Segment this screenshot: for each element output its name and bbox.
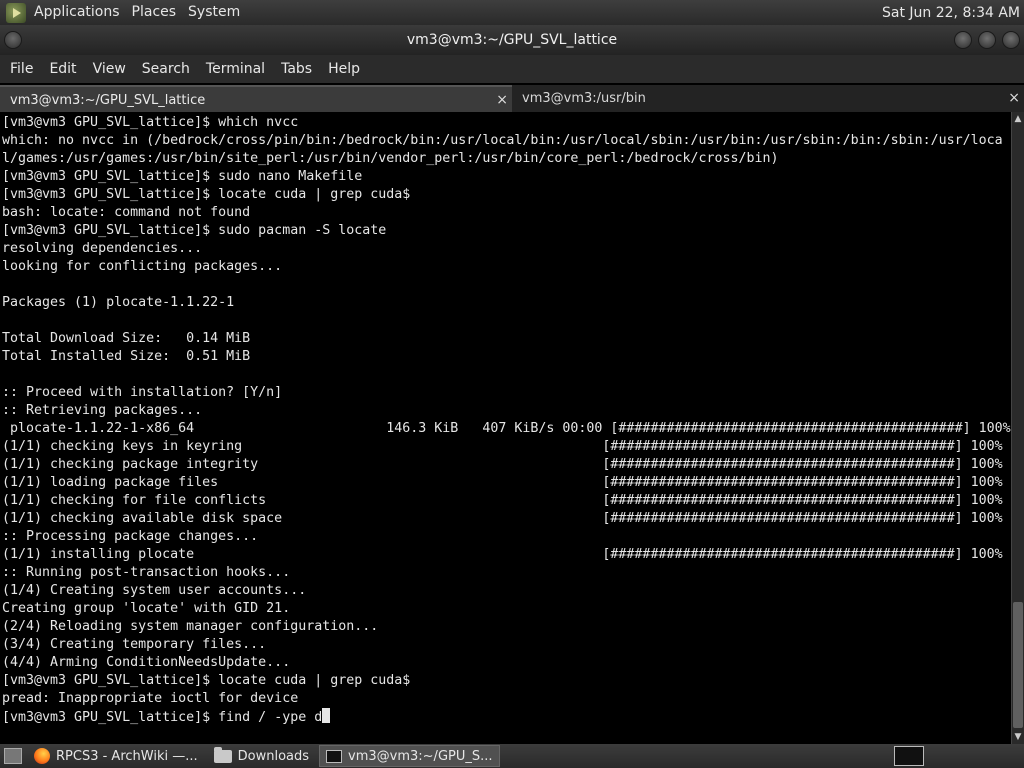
terminal-line: (1/4) Creating system user accounts... (2, 583, 307, 598)
folder-icon (213, 746, 232, 763)
taskbar-item-label: vm3@vm3:~/GPU_S... (348, 748, 493, 764)
terminal-line: :: Retrieving packages... (2, 403, 203, 418)
show-desktop-icon[interactable] (4, 748, 22, 764)
tab-label: vm3@vm3:/usr/bin (522, 91, 646, 106)
bottom-taskbar: RPCS3 - ArchWiki —... Downloads vm3@vm3:… (0, 744, 1024, 768)
applications-logo-icon[interactable] (6, 2, 26, 23)
close-tab-icon[interactable]: × (1008, 85, 1020, 112)
terminal-line: (1/1) loading package files [###########… (2, 475, 1003, 490)
menu-file[interactable]: File (4, 55, 39, 83)
taskbar-item-firefox[interactable]: RPCS3 - ArchWiki —... (28, 745, 204, 767)
menu-view[interactable]: View (87, 55, 132, 83)
terminal-line: pread: Inappropriate ioctl for device (2, 691, 299, 706)
terminal-icon (326, 749, 343, 763)
firefox-icon (34, 748, 50, 764)
terminal-line: :: Processing package changes... (2, 529, 259, 544)
command-input[interactable]: find / -ype d (218, 710, 322, 725)
terminal-output[interactable]: [vm3@vm3 GPU_SVL_lattice]$ which nvcc whi… (0, 112, 1011, 744)
tab-bar: vm3@vm3:~/GPU_SVL_lattice × vm3@vm3:/usr… (0, 85, 1024, 112)
tab-gpu-svl-lattice[interactable]: vm3@vm3:~/GPU_SVL_lattice × (0, 85, 512, 112)
terminal-prompt-line[interactable]: [vm3@vm3 GPU_SVL_lattice]$ find / -ype d (2, 708, 1011, 727)
menu-tabs[interactable]: Tabs (275, 55, 318, 83)
panel-clock[interactable]: Sat Jun 22, 8:34 AM (882, 5, 1024, 21)
terminal-line: bash: locate: command not found (2, 205, 251, 220)
top-panel: Applications Places System Sat Jun 22, 8… (0, 0, 1024, 25)
scroll-up-arrow-icon[interactable]: ▲ (1012, 112, 1024, 126)
window-title: vm3@vm3:~/GPU_SVL_lattice (406, 32, 618, 48)
terminal-line: Creating group 'locate' with GID 21. (2, 601, 291, 616)
terminal-line: plocate-1.1.22-1-x86_64 146.3 KiB 407 Ki… (2, 421, 1011, 436)
terminal-line: [vm3@vm3 GPU_SVL_lattice]$ locate cuda |… (2, 673, 411, 688)
terminal-line: l/games:/usr/games:/usr/bin/site_perl:/u… (2, 151, 779, 166)
terminal-line: :: Proceed with installation? [Y/n] (2, 385, 283, 400)
terminal-line: resolving dependencies... (2, 241, 203, 256)
terminal-scrollbar[interactable]: ▲ ▼ (1011, 112, 1024, 744)
minimize-button[interactable] (954, 31, 972, 49)
menu-help[interactable]: Help (322, 55, 366, 83)
terminal-line: (4/4) Arming ConditionNeedsUpdate... (2, 655, 291, 670)
menu-terminal[interactable]: Terminal (200, 55, 271, 83)
terminal-line: (3/4) Creating temporary files... (2, 637, 267, 652)
shell-prompt: [vm3@vm3 GPU_SVL_lattice]$ (2, 710, 219, 725)
panel-menu-places[interactable]: Places (126, 0, 183, 25)
window-controls (954, 31, 1020, 49)
terminal-line: :: Running post-transaction hooks... (2, 565, 291, 580)
menu-edit[interactable]: Edit (43, 55, 82, 83)
scroll-down-arrow-icon[interactable]: ▼ (1012, 730, 1024, 744)
menu-search[interactable]: Search (136, 55, 196, 83)
terminal-line: (2/4) Reloading system manager configura… (2, 619, 379, 634)
taskbar-item-terminal[interactable]: vm3@vm3:~/GPU_S... (319, 745, 500, 767)
scrollbar-thumb[interactable] (1013, 602, 1023, 728)
panel-menu-system[interactable]: System (182, 0, 246, 25)
terminal-line: [vm3@vm3 GPU_SVL_lattice]$ sudo pacman -… (2, 223, 387, 238)
tab-label: vm3@vm3:~/GPU_SVL_lattice (10, 93, 206, 108)
panel-menus: Applications Places System (28, 0, 246, 25)
terminal-line: Total Download Size: 0.14 MiB (2, 331, 251, 346)
taskbar-item-label: Downloads (237, 748, 310, 764)
terminal-line: which: no nvcc in (/bedrock/cross/pin/bi… (2, 133, 1003, 148)
workspace-switcher[interactable] (894, 746, 924, 766)
terminal-line: Packages (1) plocate-1.1.22-1 (2, 295, 235, 310)
terminal-line: looking for conflicting packages... (2, 259, 283, 274)
tab-usr-bin[interactable]: vm3@vm3:/usr/bin × (512, 85, 1024, 112)
terminal-line: [vm3@vm3 GPU_SVL_lattice]$ locate cuda |… (2, 187, 411, 202)
panel-menu-applications[interactable]: Applications (28, 0, 126, 25)
close-tab-icon[interactable]: × (496, 87, 508, 114)
terminal-line: (1/1) checking package integrity [######… (2, 457, 1003, 472)
terminal-line: [vm3@vm3 GPU_SVL_lattice]$ sudo nano Mak… (2, 169, 363, 184)
maximize-button[interactable] (978, 31, 996, 49)
terminal-line: (1/1) checking available disk space [###… (2, 511, 1003, 526)
terminal-line: (1/1) installing plocate [##############… (2, 547, 1003, 562)
taskbar-item-downloads[interactable]: Downloads (208, 745, 315, 767)
text-cursor (322, 708, 331, 723)
close-window-button[interactable] (1002, 31, 1020, 49)
window-titlebar[interactable]: vm3@vm3:~/GPU_SVL_lattice (0, 25, 1024, 55)
terminal-line: (1/1) checking for file conflicts [#####… (2, 493, 1003, 508)
terminal-line: [vm3@vm3 GPU_SVL_lattice]$ which nvcc (2, 115, 299, 130)
terminal-line: (1/1) checking keys in keyring [########… (2, 439, 1003, 454)
terminal-line: Total Installed Size: 0.51 MiB (2, 349, 251, 364)
taskbar-item-label: RPCS3 - ArchWiki —... (56, 748, 198, 764)
window-menu-button[interactable] (4, 31, 22, 49)
menubar: File Edit View Search Terminal Tabs Help (0, 55, 1024, 83)
